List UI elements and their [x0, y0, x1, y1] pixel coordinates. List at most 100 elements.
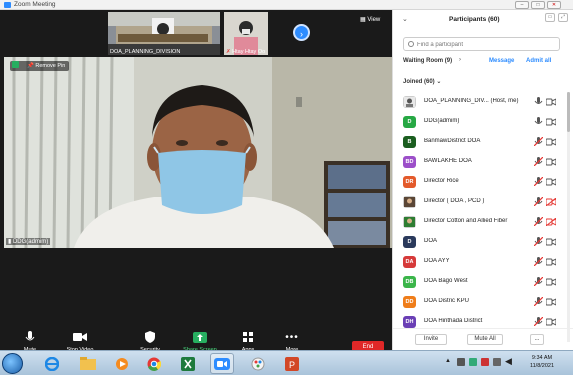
participant-row[interactable]: DB DOA Bago West [393, 272, 565, 292]
thumbnail-doa-planning[interactable]: DOA_PLANNING_DIVISION [108, 12, 220, 55]
microphone-muted-icon[interactable] [533, 156, 544, 167]
participant-avatar: DR [403, 176, 416, 188]
waiting-room-label[interactable]: Waiting Room (9) [403, 58, 452, 64]
battery-icon[interactable] [493, 358, 501, 366]
participant-name: DOA Distric KPU [424, 298, 470, 304]
excel-icon [181, 356, 195, 371]
video-off-icon[interactable] [545, 118, 557, 126]
tray-app-icon[interactable] [469, 358, 477, 366]
collapse-chevron-icon[interactable]: ⌄ [402, 15, 408, 23]
mute-all-button[interactable]: Mute All [467, 334, 503, 345]
windows-taskbar: P ▲ ◀ 9:34 AM 11/8/2021 [0, 350, 573, 375]
maximize-button[interactable]: □ [531, 1, 545, 9]
remove-pin-button[interactable]: 📌 Remove Pin [10, 61, 70, 71]
participant-search[interactable] [403, 37, 560, 51]
taskbar-explorer[interactable] [76, 353, 100, 374]
chevron-down-icon: ⌄ [436, 79, 442, 85]
participant-avatar: BD [403, 156, 416, 168]
microphone-muted-icon[interactable] [533, 256, 544, 267]
participant-row[interactable]: DR Director Rice [393, 172, 565, 192]
taskbar-powerpoint[interactable]: P [280, 353, 304, 374]
video-muted-icon[interactable] [545, 197, 557, 207]
video-off-icon[interactable] [545, 258, 557, 266]
more-options-button[interactable]: ... [530, 334, 544, 345]
action-center-icon[interactable] [481, 358, 489, 366]
taskbar-paint[interactable] [246, 353, 270, 374]
admit-all-button[interactable]: Admit all [526, 58, 551, 64]
internet-explorer-icon [45, 356, 59, 371]
video-muted-icon[interactable] [545, 217, 557, 227]
window-titlebar: Zoom Meeting – □ ✕ [0, 0, 573, 10]
popout-icon[interactable]: ▭ [545, 13, 555, 22]
network-icon[interactable] [457, 358, 465, 366]
video-off-icon[interactable] [545, 318, 557, 326]
video-off-icon[interactable] [545, 138, 557, 146]
taskbar-media-player[interactable] [110, 353, 134, 374]
participant-row[interactable]: D DDG(admim) [393, 112, 565, 132]
thumbnail-name: ✗ Htay Htay Oo [226, 49, 266, 55]
powerpoint-icon: P [285, 356, 299, 371]
taskbar-excel[interactable] [176, 353, 200, 374]
next-thumbnails-button[interactable]: › [293, 24, 310, 41]
thumbnail-htay[interactable]: ✗ Htay Htay Oo [224, 12, 268, 55]
participants-panel: ⌄ Participants (60) ▭ ⤢ Waiting Room (9)… [392, 10, 573, 350]
participant-avatar [403, 196, 416, 208]
close-button[interactable]: ✕ [547, 1, 561, 9]
video-off-icon[interactable] [545, 298, 557, 306]
view-button[interactable]: ▦ View [360, 16, 380, 23]
participant-avatar: DA [403, 256, 416, 268]
taskbar-ie[interactable] [40, 353, 64, 374]
taskbar-chrome[interactable] [142, 353, 166, 374]
microphone-muted-icon[interactable] [533, 296, 544, 307]
participants-title: Participants (60) [449, 16, 500, 23]
participant-row[interactable]: DA DOA AYY [393, 252, 565, 272]
volume-icon[interactable]: ◀ [505, 356, 512, 367]
main-video: 📌 Remove Pin ▮ DDG(admim) [4, 57, 392, 248]
joined-section-label[interactable]: Joined (60) ⌄ [403, 78, 441, 85]
participant-name: DOA Hinthada District [424, 318, 483, 324]
taskbar-clock[interactable]: 9:34 AM 11/8/2021 [522, 354, 562, 370]
expand-chevron-icon[interactable]: › [459, 57, 461, 63]
participant-avatar: DB [403, 276, 416, 288]
participant-row[interactable]: D DOA [393, 232, 565, 252]
microphone-icon[interactable] [534, 97, 543, 106]
participant-row[interactable]: DD DOA Distric KPU [393, 292, 565, 312]
participant-row[interactable]: BD BAWLAKHE DOA [393, 152, 565, 172]
participant-name: DOA_PLANNING_DIV... (Host, me) [424, 98, 519, 104]
video-off-icon[interactable] [545, 178, 557, 186]
microphone-icon[interactable] [534, 117, 543, 126]
participant-row[interactable]: B BanmawDistrict DOA [393, 132, 565, 152]
microphone-muted-icon[interactable] [533, 236, 544, 247]
search-input[interactable] [417, 40, 557, 49]
video-off-icon[interactable] [545, 98, 557, 106]
participant-row[interactable]: Director ( DOA , PCD ) [393, 192, 565, 212]
microphone-muted-icon[interactable] [533, 136, 544, 147]
microphone-muted-icon[interactable] [533, 216, 544, 227]
show-hidden-icons[interactable]: ▲ [445, 358, 451, 364]
taskbar-zoom[interactable] [210, 353, 234, 374]
participant-avatar: DD [403, 296, 416, 308]
participant-row[interactable]: DOA_PLANNING_DIV... (Host, me) [393, 92, 565, 112]
participant-row[interactable]: Director Cotton and Allied Fiber [393, 212, 565, 232]
participant-name: DOA AYY [424, 258, 450, 264]
search-icon [408, 41, 414, 47]
video-off-icon[interactable] [545, 158, 557, 166]
thumbnail-strip: DOA_PLANNING_DIVISION ✗ Htay Htay Oo [108, 12, 268, 55]
microphone-muted-icon[interactable] [533, 196, 544, 207]
panel-header: ⌄ Participants (60) ▭ ⤢ [393, 10, 573, 30]
minimize-button[interactable]: – [515, 1, 529, 9]
message-waiting-button[interactable]: Message [489, 58, 514, 64]
participant-list-scrollbar[interactable] [567, 92, 570, 342]
start-button[interactable] [2, 353, 23, 374]
video-off-icon[interactable] [545, 278, 557, 286]
participant-name: Director Cotton and Allied Fiber [424, 218, 508, 224]
microphone-icon [25, 331, 35, 341]
participant-name: Director Rice [424, 178, 459, 184]
video-off-icon[interactable] [545, 238, 557, 246]
microphone-muted-icon[interactable] [533, 176, 544, 187]
panel-options-icon[interactable]: ⤢ [558, 13, 568, 22]
microphone-muted-icon[interactable] [533, 276, 544, 287]
security-shield-icon [12, 61, 19, 68]
invite-button[interactable]: Invite [415, 334, 447, 345]
microphone-muted-icon[interactable] [533, 316, 544, 327]
